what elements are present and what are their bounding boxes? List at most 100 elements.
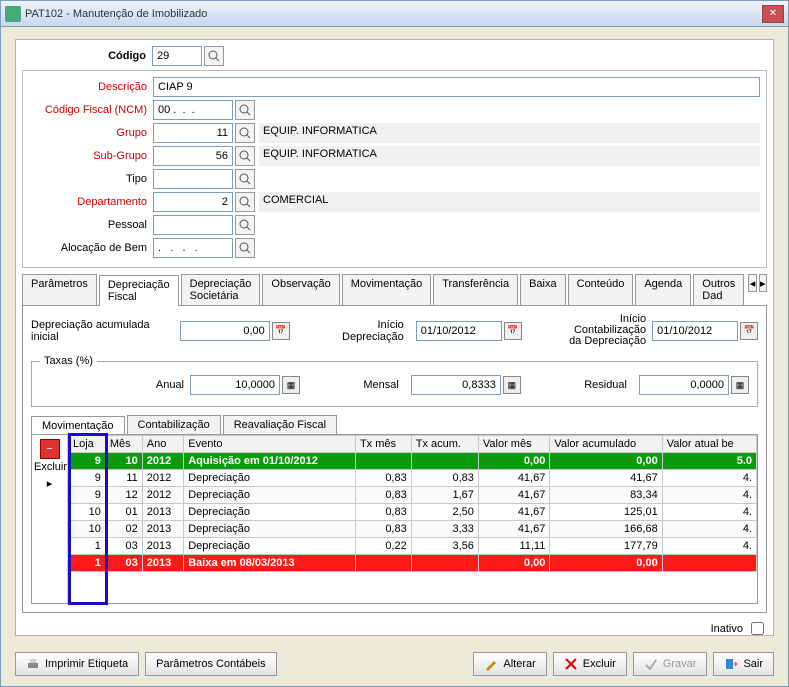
mensal-input[interactable] <box>411 375 501 395</box>
ncm-input[interactable] <box>153 100 233 120</box>
tipo-search-button[interactable] <box>235 169 255 189</box>
tab-deprecia-o-societ-ria[interactable]: Depreciação Societária <box>181 274 261 305</box>
cell: Baixa em 08/03/2013 <box>184 555 356 572</box>
cell: 83,34 <box>550 487 662 504</box>
excluir-row-button[interactable]: − <box>40 439 60 459</box>
col-header[interactable]: Valor acumulado <box>550 436 662 453</box>
col-header[interactable]: Loja <box>69 436 106 453</box>
tab-observa-o[interactable]: Observação <box>262 274 339 305</box>
pessoal-search-button[interactable] <box>235 215 255 235</box>
table-row[interactable]: 10022013Depreciação0,833,3341,67166,684. <box>69 521 757 538</box>
depto-input[interactable] <box>153 192 233 212</box>
inicio-input[interactable] <box>416 321 502 341</box>
inicio-calendar-button[interactable]: 📅 <box>504 322 522 340</box>
cell: 2,50 <box>411 504 478 521</box>
table-row[interactable]: 9112012Depreciação0,830,8341,6741,674. <box>69 470 757 487</box>
subgrupo-search-button[interactable] <box>235 146 255 166</box>
depto-search-button[interactable] <box>235 192 255 212</box>
col-header[interactable]: Valor mês <box>478 436 549 453</box>
cell: 2012 <box>142 487 183 504</box>
descricao-input[interactable] <box>153 77 760 97</box>
grupo-input[interactable] <box>153 123 233 143</box>
col-header[interactable]: Ano <box>142 436 183 453</box>
table-row[interactable]: 1032013Depreciação0,223,5611,11177,794. <box>69 538 757 555</box>
cell: 03 <box>105 555 142 572</box>
subtab-movimenta-o[interactable]: Movimentação <box>31 416 125 435</box>
col-header[interactable]: Evento <box>184 436 356 453</box>
cell: 1,67 <box>411 487 478 504</box>
cell: 12 <box>105 487 142 504</box>
pessoal-input[interactable] <box>153 215 233 235</box>
depto-display: COMERCIAL <box>259 192 760 212</box>
acum-calc-button[interactable]: 📅 <box>272 322 290 340</box>
cell: 9 <box>69 470 106 487</box>
cell <box>355 555 411 572</box>
table-row[interactable]: 10012013Depreciação0,832,5041,67125,014. <box>69 504 757 521</box>
app-icon <box>5 6 21 22</box>
cell: 5.0 <box>662 453 756 470</box>
residual-input[interactable] <box>639 375 729 395</box>
tab-par-metros[interactable]: Parâmetros <box>22 274 97 305</box>
contab-input[interactable] <box>652 321 738 341</box>
cell: Aquisição em 01/10/2012 <box>184 453 356 470</box>
param-contabeis-button[interactable]: Parâmetros Contábeis <box>145 652 276 676</box>
cell: 41,67 <box>478 521 549 538</box>
delete-x-icon <box>564 657 578 671</box>
ncm-search-button[interactable] <box>235 100 255 120</box>
cell: 10 <box>69 521 106 538</box>
cell: 9 <box>69 487 106 504</box>
tab-scroll-arrow[interactable]: ◂ <box>748 274 756 292</box>
subgrupo-label: Sub-Grupo <box>29 150 153 162</box>
gravar-button[interactable]: Gravar <box>633 652 708 676</box>
dep-fiscal-panel: Depreciação acumulada inicial 📅 Início D… <box>22 306 767 613</box>
tab-transfer-ncia[interactable]: Transferência <box>433 274 518 305</box>
aloc-input[interactable] <box>153 238 233 258</box>
cell: 0,00 <box>478 453 549 470</box>
anual-input[interactable] <box>190 375 280 395</box>
inativo-checkbox[interactable] <box>751 622 764 635</box>
aloc-search-button[interactable] <box>235 238 255 258</box>
col-header[interactable]: Mês <box>105 436 142 453</box>
residual-calc-button[interactable]: ▦ <box>731 376 749 394</box>
table-row[interactable]: 9122012Depreciação0,831,6741,6783,344. <box>69 487 757 504</box>
tab-conte-do[interactable]: Conteúdo <box>568 274 634 305</box>
cell: 177,79 <box>550 538 662 555</box>
table-row[interactable]: 1032013Baixa em 08/03/20130,000,00 <box>69 555 757 572</box>
inativo-label: Inativo <box>711 623 743 635</box>
imprimir-button[interactable]: Imprimir Etiqueta <box>15 652 139 676</box>
grid-scroll[interactable]: LojaMêsAnoEventoTx mêsTx acum.Valor mêsV… <box>68 435 757 603</box>
cell: 2013 <box>142 504 183 521</box>
cell: 3,56 <box>411 538 478 555</box>
tipo-label: Tipo <box>29 173 153 185</box>
tab-deprecia-o-fiscal[interactable]: Depreciação Fiscal <box>99 275 179 306</box>
subgrupo-input[interactable] <box>153 146 233 166</box>
depto-label: Departamento <box>29 196 153 208</box>
excluir-button[interactable]: Excluir <box>553 652 627 676</box>
close-button[interactable]: ✕ <box>762 5 784 23</box>
cell: 2013 <box>142 538 183 555</box>
contab-calendar-button[interactable]: 📅 <box>740 322 758 340</box>
col-header[interactable]: Tx mês <box>355 436 411 453</box>
tipo-input[interactable] <box>153 169 233 189</box>
sair-button[interactable]: Sair <box>713 652 774 676</box>
tab-baixa[interactable]: Baixa <box>520 274 566 305</box>
anual-calc-button[interactable]: ▦ <box>282 376 300 394</box>
col-header[interactable]: Tx acum. <box>411 436 478 453</box>
tab-movimenta-o[interactable]: Movimentação <box>342 274 432 305</box>
exit-icon <box>724 657 738 671</box>
subtab-reavalia-o-fiscal[interactable]: Reavaliação Fiscal <box>223 415 337 434</box>
alterar-button[interactable]: Alterar <box>473 652 546 676</box>
cell: 4. <box>662 470 756 487</box>
subtab-contabiliza-o[interactable]: Contabilização <box>127 415 221 434</box>
grupo-search-button[interactable] <box>235 123 255 143</box>
tab-agenda[interactable]: Agenda <box>635 274 691 305</box>
acum-input[interactable] <box>180 321 270 341</box>
codigo-search-button[interactable] <box>204 46 224 66</box>
mensal-calc-button[interactable]: ▦ <box>503 376 521 394</box>
tab-scroll-arrow[interactable]: ▸ <box>759 274 767 292</box>
cell: 0,22 <box>355 538 411 555</box>
tab-outros-dad[interactable]: Outros Dad <box>693 274 744 305</box>
table-row[interactable]: 9102012Aquisição em 01/10/20120,000,005.… <box>69 453 757 470</box>
codigo-input[interactable] <box>152 46 202 66</box>
col-header[interactable]: Valor atual be <box>662 436 756 453</box>
